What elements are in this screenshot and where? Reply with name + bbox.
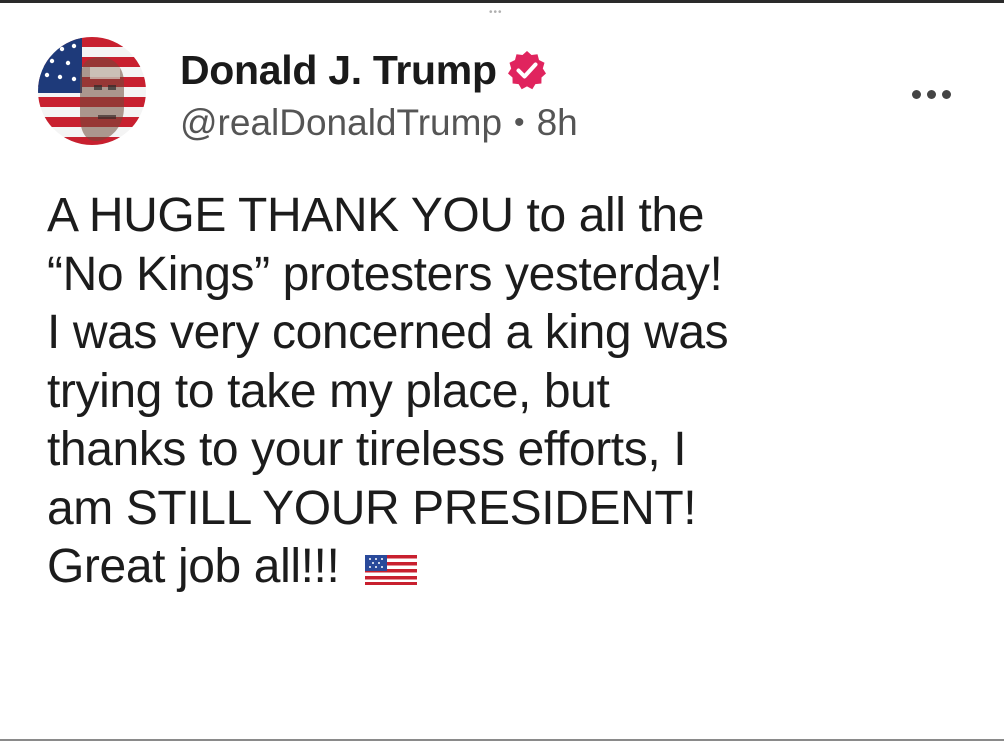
author-display-name[interactable]: Donald J. Trump xyxy=(180,47,497,94)
meta-separator: • xyxy=(514,106,525,139)
more-options-button[interactable] xyxy=(903,82,959,106)
author-name-row: Donald J. Trump xyxy=(180,45,547,95)
drag-handle-icon: ••• xyxy=(489,7,503,18)
ellipsis-horizontal-icon xyxy=(941,89,951,99)
post-body-last-line: Great job all!!! xyxy=(47,538,977,597)
author-meta-row: @realDonaldTrump • 8h xyxy=(180,98,578,148)
avatar[interactable] xyxy=(38,37,146,145)
post-body-line: Great job all!!! xyxy=(47,540,340,593)
post-body-line: thanks to your tireless efforts, I xyxy=(47,423,687,476)
us-flag-icon xyxy=(365,541,418,585)
author-handle[interactable]: @realDonaldTrump xyxy=(180,102,502,144)
post-body-line: A HUGE THANK YOU to all the xyxy=(47,189,705,242)
verified-badge-icon xyxy=(507,50,547,90)
post-body-line: am STILL YOUR PRESIDENT! xyxy=(47,481,697,535)
post-body-line: trying to take my place, but xyxy=(47,364,610,418)
ellipsis-horizontal-icon xyxy=(911,89,921,99)
post-timestamp[interactable]: 8h xyxy=(537,102,578,144)
post-body: A HUGE THANK YOU to all the “No Kings” p… xyxy=(47,187,977,597)
top-border xyxy=(0,0,1004,3)
ellipsis-horizontal-icon xyxy=(926,89,936,99)
post-body-line: I was very concerned a king was xyxy=(47,306,729,359)
post-body-line: “No Kings” protesters yesterday! xyxy=(47,247,723,301)
